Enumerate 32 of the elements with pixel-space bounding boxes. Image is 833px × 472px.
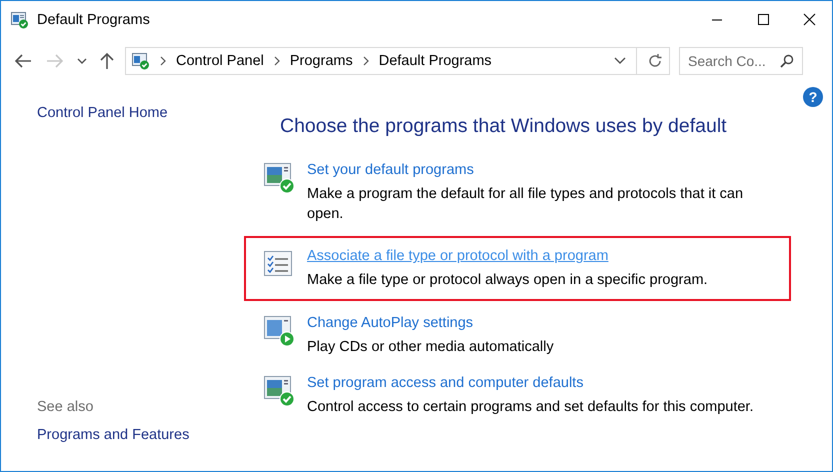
breadcrumb-item[interactable]: Default Programs: [378, 53, 492, 69]
task-link[interactable]: Set program access and computer defaults: [307, 375, 754, 392]
task-description: Make a file type or protocol always open in a specific program.: [307, 271, 708, 290]
window-title: Default Programs: [37, 12, 150, 28]
sidebar-link[interactable]: Control Panel Home: [37, 105, 244, 121]
back-arrow-icon[interactable]: [13, 53, 33, 69]
task-description: Play CDs or other media automatically: [307, 338, 554, 357]
breadcrumb-item[interactable]: Control Panel: [176, 53, 264, 69]
help-button[interactable]: ?: [803, 87, 823, 107]
program-window-check-icon: [263, 162, 295, 194]
dropdown-icon[interactable]: [614, 57, 626, 65]
chevron-icon: [362, 56, 369, 66]
refresh-icon[interactable]: [647, 53, 663, 69]
task-description: Control access to certain programs and set defaults for this computer.: [307, 398, 754, 418]
program-window-check-icon: [263, 375, 295, 408]
up-arrow-icon[interactable]: [99, 52, 115, 70]
control-panel-icon: [11, 12, 29, 28]
search-icon: [780, 54, 794, 68]
sidebar-link[interactable]: Programs and Features: [37, 427, 244, 443]
chevron-icon: [274, 56, 280, 66]
see-also-label: See also: [37, 399, 94, 415]
control-panel-icon: [132, 52, 150, 70]
task-link[interactable]: Change AutoPlay settings: [307, 314, 554, 331]
chevron-icon: [160, 56, 166, 66]
recent-dropdown-icon[interactable]: [77, 57, 87, 65]
search-field[interactable]: Search Co...: [679, 47, 803, 75]
program-window-play-icon: [263, 314, 295, 347]
address-bar[interactable]: Control Panel Programs Default Programs: [125, 47, 670, 75]
page-heading: Choose the programs that Windows uses by default: [280, 115, 728, 138]
task-link[interactable]: Set your default programs: [307, 162, 769, 178]
breadcrumb-item[interactable]: Programs: [290, 53, 353, 69]
task-description: Make a program the default for all file types and protocols that it can open.: [307, 185, 744, 224]
